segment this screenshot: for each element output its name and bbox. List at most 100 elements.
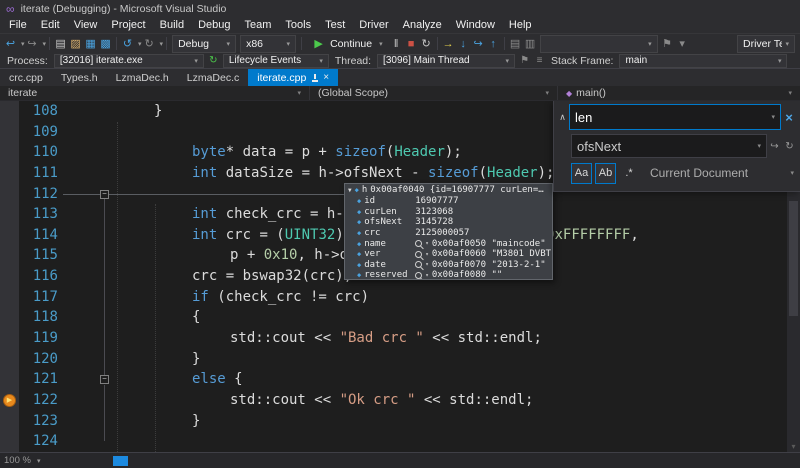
step-into-icon[interactable]: ↓ [456,35,471,53]
code-text[interactable]: { [58,307,200,328]
code-line[interactable]: 122std::cout << "Ok crc " << std::endl; [0,390,800,411]
hscroll-thumb[interactable] [113,456,128,466]
replace-history-caret-icon[interactable]: ▾ [757,142,761,150]
magnifier-icon[interactable] [415,240,422,247]
member-dropdown[interactable]: ◆ main() ▾ [558,86,800,100]
menu-analyze[interactable]: Analyze [396,18,449,33]
document-outline-icon[interactable]: ▤ [508,35,523,53]
datatip-member-row[interactable]: ◆curLen3123068 [345,207,552,218]
code-text[interactable]: std::cout << "Bad crc " << std::endl; [58,328,542,349]
code-line[interactable]: 124 [0,431,800,452]
show-next-statement-icon[interactable]: → [441,35,456,53]
datatip-member-row[interactable]: ◆crc2125000057 [345,228,552,239]
zoom-control[interactable]: 100 % ▾ [0,455,40,466]
step-out-icon[interactable]: ↑ [486,35,501,53]
solution-platforms-combo[interactable]: x86▾ [240,35,296,53]
code-text[interactable]: } [58,411,200,432]
menu-project[interactable]: Project [104,18,152,33]
menu-tools[interactable]: Tools [278,18,318,33]
code-text[interactable]: int dataSize = h->ofsNext - sizeof(Heade… [58,163,554,184]
thread-combo[interactable]: [3096] Main Thread▾ [377,54,515,68]
datatip-member-row[interactable]: ◆date▾0x00af0070 "2013-2-1" [345,260,552,271]
datatip-member-row[interactable]: ◆id16907777 [345,196,552,207]
break-all-icon[interactable]: ‖ [389,35,404,53]
regex-toggle[interactable]: .* [619,163,639,184]
solution-configurations-combo[interactable]: Debug▾ [172,35,236,53]
current-statement-breakpoint-icon[interactable]: ▶ [3,394,16,407]
magnifier-icon[interactable] [415,251,422,258]
menu-driver[interactable]: Driver [352,18,395,33]
code-line[interactable]: 123} [0,411,800,432]
flag-current-thread-icon[interactable]: ⚑ [517,54,532,68]
navigate-forward-icon[interactable]: ↪ [25,35,40,53]
vscroll-thumb[interactable] [789,201,798,316]
code-editor[interactable]: 108}109110byte* data = p + sizeof(Header… [0,101,800,452]
tab-iterate-cpp[interactable]: iterate.cpp× [248,69,338,86]
watch-window-icon[interactable]: ▥ [523,35,538,53]
stop-debugging-icon[interactable]: ■ [404,35,419,53]
driver-target-combo[interactable]: Driver Tes▾ [737,35,795,53]
menu-file[interactable]: File [2,18,34,33]
visualizer-caret-icon[interactable]: ▾ [425,272,429,279]
datatip-header-row[interactable]: ▼ ◆ h 0x00af0040 {id=16907777 curLen=312… [345,184,552,196]
fold-collapse-button[interactable]: − [100,190,109,199]
lifecycle-events-combo[interactable]: Lifecycle Events▾ [223,54,329,68]
menu-edit[interactable]: Edit [34,18,67,33]
close-tab-icon[interactable]: × [323,73,329,83]
tab-lzmadec-h[interactable]: LzmaDec.h [107,69,178,86]
find-history-caret-icon[interactable]: ▾ [771,113,775,121]
step-over-icon[interactable]: ↪ [471,35,486,53]
code-line[interactable]: 121else { [0,369,800,390]
undo-icon[interactable]: ↺ [120,35,135,53]
code-text[interactable] [58,122,116,143]
visualizer-caret-icon[interactable]: ▾ [425,261,429,268]
menu-help[interactable]: Help [502,18,539,33]
code-text[interactable]: int check_crc = h->crc; [58,204,386,225]
new-file-icon[interactable]: ▤ [53,35,68,53]
save-all-icon[interactable]: ▩ [98,35,113,53]
pin-icon[interactable] [311,74,318,82]
match-case-toggle[interactable]: Aa [571,163,592,184]
code-text[interactable] [58,431,116,452]
code-text[interactable]: } [58,349,200,370]
menu-build[interactable]: Build [153,18,191,33]
tab-crc-cpp[interactable]: crc.cpp [0,69,52,86]
navigate-back-icon[interactable]: ↩ [3,35,18,53]
scroll-down-icon[interactable]: ▾ [787,442,800,451]
restart-icon[interactable]: ↻ [419,35,434,53]
menu-debug[interactable]: Debug [191,18,237,33]
replace-all-icon[interactable]: ↻ [782,141,797,152]
datatip-member-row[interactable]: ◆ver▾0x00af0060 "M3801 DVBT" [345,249,552,260]
visualizer-caret-icon[interactable]: ▾ [425,240,429,247]
find-input[interactable]: len ▾ [569,104,781,130]
replace-input[interactable]: ofsNext ▾ [571,134,767,158]
collapse-replace-chevron-icon[interactable]: ∧ [556,104,569,130]
datatip-member-row[interactable]: ◆name▾0x00af0050 "maincode" [345,238,552,249]
menu-test[interactable]: Test [318,18,352,33]
process-combo[interactable]: [32016] iterate.exe▾ [54,54,204,68]
threads-list-icon[interactable]: ≡ [532,54,547,68]
redo-icon[interactable]: ↻ [142,35,157,53]
datatip-member-row[interactable]: ◆reserved▾0x00af0080 "" [345,270,552,280]
code-text[interactable]: byte* data = p + sizeof(Header); [58,142,462,163]
flag-icon[interactable]: ⚑ [660,35,675,53]
whole-word-toggle[interactable]: Ab [595,163,616,184]
magnifier-icon[interactable] [415,261,422,268]
code-text[interactable]: } [58,101,162,122]
search-scope-dropdown[interactable]: Current Document ▾ [650,166,797,180]
datatip-member-row[interactable]: ◆ofsNext3145728 [345,217,552,228]
lifecycle-events-icon[interactable]: ↻ [206,54,221,68]
replace-next-icon[interactable]: ↪ [767,141,782,152]
datatip-expander-icon[interactable]: ▼ [348,187,352,194]
scope-dropdown[interactable]: (Global Scope) ▾ [310,86,558,100]
fold-collapse-button[interactable]: − [100,375,109,384]
code-text[interactable]: else { [58,369,243,390]
project-dropdown[interactable]: iterate ▾ [0,86,310,100]
code-line[interactable]: 118{ [0,307,800,328]
code-line[interactable]: 119std::cout << "Bad crc " << std::endl; [0,328,800,349]
menu-team[interactable]: Team [238,18,279,33]
close-find-icon[interactable]: × [781,110,797,125]
menu-view[interactable]: View [67,18,105,33]
code-line[interactable]: 120} [0,349,800,370]
menu-window[interactable]: Window [449,18,502,33]
